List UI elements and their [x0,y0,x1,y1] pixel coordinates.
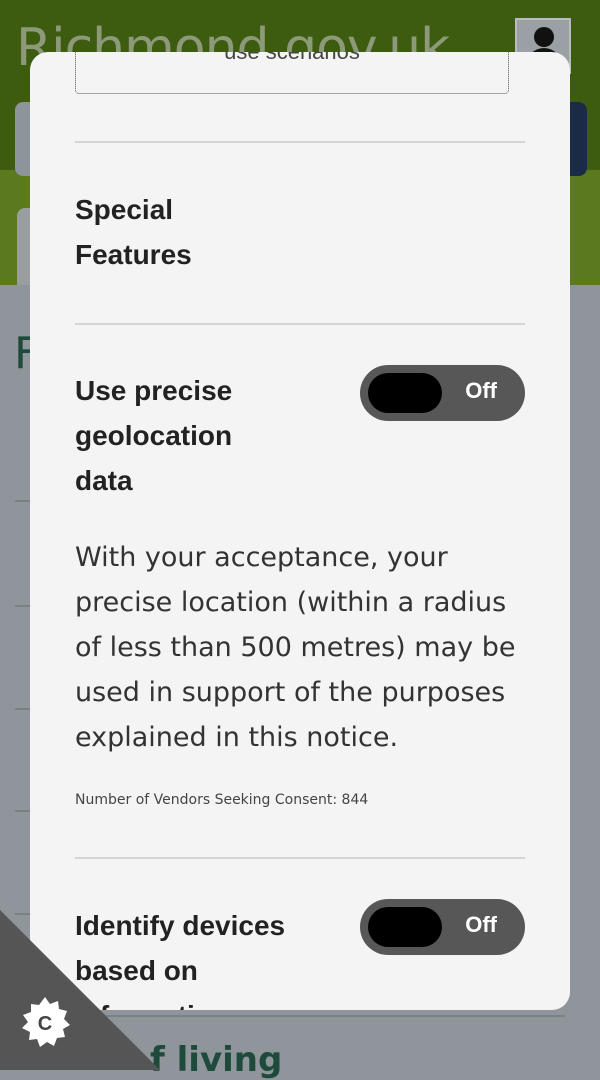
geolocation-toggle[interactable]: Off [360,365,525,421]
bottom-link-text: f living [150,1040,283,1080]
geolocation-description: With your acceptance, your precise locat… [75,542,516,753]
cookie-icon-letter: C [38,1013,52,1035]
section-divider [75,857,525,859]
use-scenarios-label: use scenarios [76,52,508,65]
cookie-gear-icon[interactable]: C [18,995,72,1049]
consent-modal: use scenarios Special Features Use preci… [30,52,570,1010]
toggle-state-label: Off [465,912,497,937]
geolocation-title: Use precise geolocation data [75,375,233,496]
section-divider [75,141,525,143]
device-scan-title: Identify devices based on information [75,910,286,1010]
device-scan-toggle[interactable]: Off [360,899,525,955]
section-divider [75,323,525,325]
vendor-count: Number of Vendors Seeking Consent: 844 [75,792,369,808]
use-scenarios-button[interactable]: use scenarios [75,52,509,94]
special-features-heading: Special Features [75,194,192,270]
toggle-knob [368,907,442,947]
toggle-knob [368,373,442,413]
toggle-state-label: Off [465,378,497,403]
